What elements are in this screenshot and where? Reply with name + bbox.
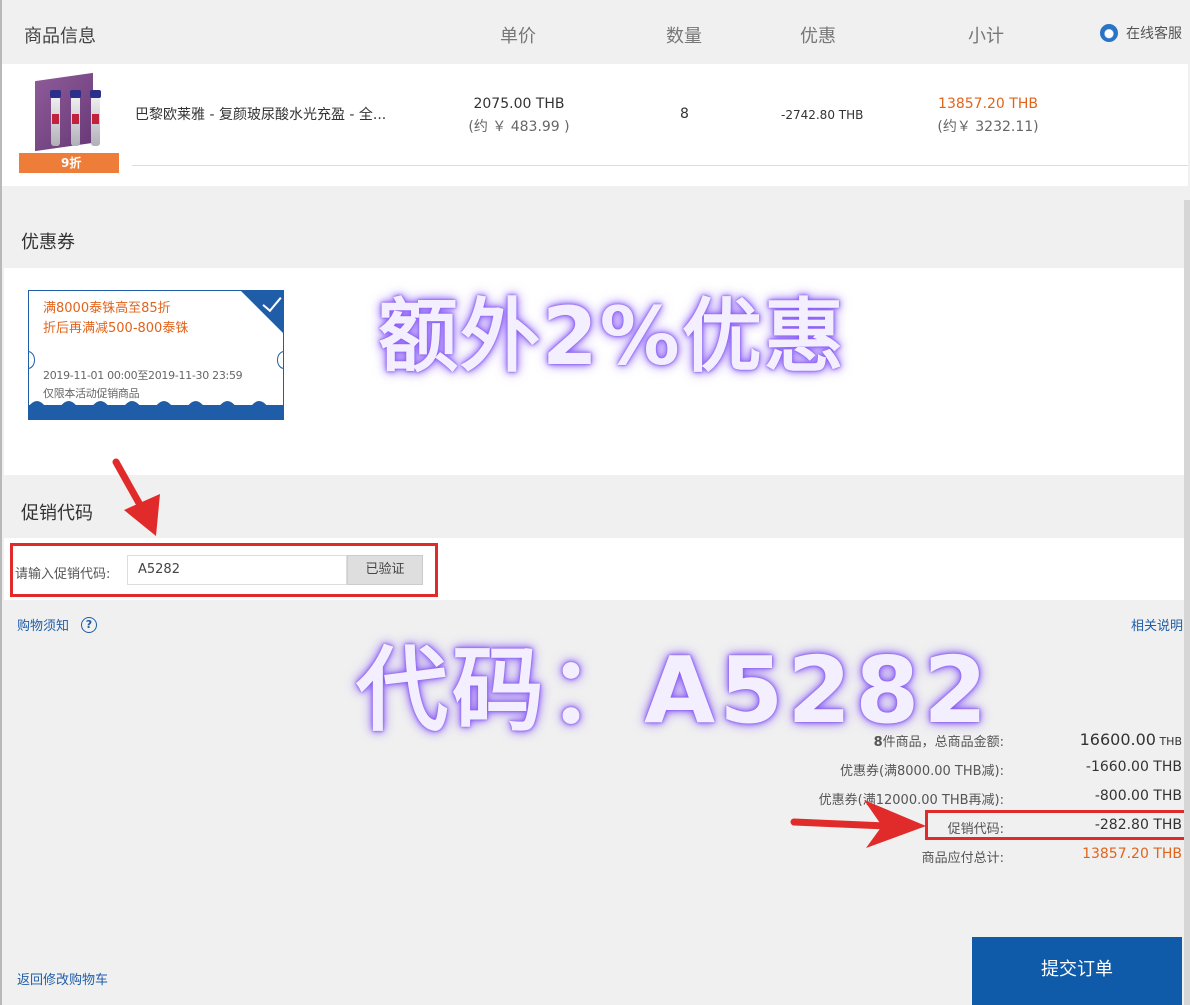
header-product-info: 商品信息 [24,26,96,47]
verify-button[interactable]: 已验证 [347,555,423,585]
header-subtotal: 小计 [968,26,1004,47]
product-row: 9折 巴黎欧莱雅 - 复颜玻尿酸水光充盈 - 全... 2075.00 THB … [2,64,1188,186]
coupon2-value: -800.00 THB [1094,788,1182,804]
promo-discount-label: 促销代码: [947,822,1004,837]
coupon-notch-right [277,351,283,369]
grand-total-label: 商品应付总计: [921,851,1004,866]
coupon-card[interactable]: 满8000泰铢高至85折 折后再满减500-800泰铢 2019-11-01 0… [28,290,284,420]
product-quantity: 8 [680,106,689,122]
promo-section-title: 促销代码 [21,503,93,524]
header-unit-price: 单价 [500,26,536,47]
headset-icon [1100,24,1118,42]
coupon-date: 2019-11-01 00:00至2019-11-30 23:59 [43,369,243,382]
product-box-graphic [35,72,93,152]
shopping-notice-link[interactable]: 购物须知 [17,615,69,634]
item-count: 8 [873,735,883,750]
total-items-value: 16600.00 THB [1022,730,1182,749]
scrollbar[interactable] [1184,200,1190,1005]
question-icon[interactable]: ? [81,617,97,633]
table-header: 商品信息 单价 数量 优惠 小计 [2,0,1188,64]
customer-service-link[interactable]: 在线客服 [1100,23,1182,43]
product-tube-graphic [70,90,81,146]
product-subtotal-thb: 13857.20 THB [938,96,1038,112]
total-items-amount: 16600.00 [1079,730,1156,749]
divider [132,165,1188,166]
coupon2-label: 优惠券(满12000.00 THB再减): [818,793,1004,808]
product-name[interactable]: 巴黎欧莱雅 - 复颜玻尿酸水光充盈 - 全... [135,104,386,124]
product-price-thb: 2075.00 THB [473,96,565,112]
coupon-stripe [29,405,283,419]
product-price-approx: (约 ￥ 483.99 ) [468,119,570,135]
submit-order-button[interactable]: 提交订单 [972,937,1182,1005]
back-to-cart-link[interactable]: 返回修改购物车 [17,969,108,988]
coupon-line2: 折后再满减500-800泰铢 [43,321,189,336]
customer-service-label: 在线客服 [1126,26,1182,42]
related-info-link[interactable]: 相关说明 [1131,615,1183,634]
product-subtotal-approx: (约￥ 3232.11) [937,119,1039,135]
coupon-section-title: 优惠券 [21,232,75,253]
product-subtotal: 13857.20 THB (约￥ 3232.11) [934,96,1042,136]
total-items-unit: THB [1155,735,1182,748]
discount-tag: 9折 [19,153,119,173]
total-items-label: 8件商品，总商品金额: [704,731,1004,750]
coupon-notch-left [29,351,35,369]
header-quantity: 数量 [666,26,702,47]
product-image[interactable]: 9折 [19,72,119,173]
product-tube-graphic [90,90,101,146]
coupon-line1: 满8000泰铢高至85折 [43,301,171,316]
promo-label: 请输入促销代码: [15,567,111,582]
promo-discount-value: -282.80 THB [1094,817,1182,833]
grand-total-value: 13857.20 THB [1082,846,1182,862]
promo-code-input[interactable]: A5282 [127,555,347,585]
product-tube-graphic [50,90,61,146]
coupon1-label: 优惠券(满8000.00 THB减): [839,764,1004,779]
total-items-text: 件商品，总商品金额: [882,735,1004,750]
header-discount: 优惠 [800,26,836,47]
coupon1-value: -1660.00 THB [1085,759,1182,775]
product-discount: -2742.80 THB [781,108,864,122]
product-price: 2075.00 THB (约 ￥ 483.99 ) [465,96,573,136]
